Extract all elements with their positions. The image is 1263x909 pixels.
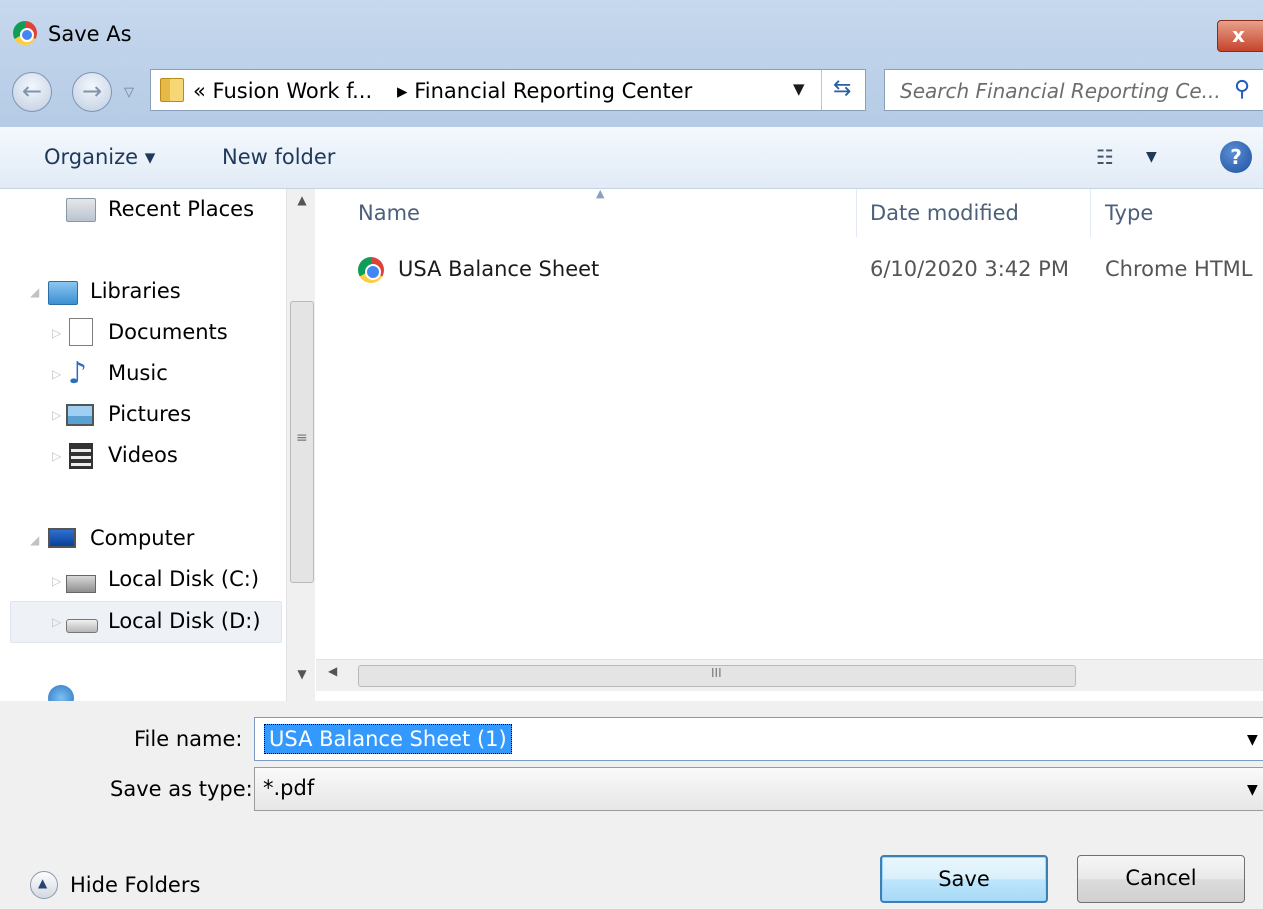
file-name-input-value[interactable]: USA Balance Sheet (1) [264, 724, 512, 754]
column-header-name[interactable]: Name [358, 201, 420, 225]
sidebar-item-label: Local Disk (C:) [108, 567, 260, 591]
videos-icon [69, 443, 93, 469]
refresh-icon[interactable]: ⇆ [833, 76, 851, 101]
pictures-icon [66, 404, 94, 426]
grip-icon: III [711, 666, 722, 680]
save-as-type-dropdown-icon[interactable]: ▼ [1247, 782, 1258, 798]
expand-music-icon[interactable]: ▷ [52, 367, 61, 381]
column-divider [1090, 189, 1091, 237]
sidebar-item-recent-places[interactable]: Recent Places [66, 193, 276, 229]
search-input[interactable]: Search Financial Reporting Ce... [900, 79, 1221, 103]
scrollbar-thumb[interactable]: ≡ [290, 301, 314, 583]
column-divider [856, 189, 857, 237]
sidebar-item-label: Libraries [90, 279, 181, 303]
chrome-icon [13, 21, 37, 45]
save-options-panel: File name: USA Balance Sheet (1) ▼ Save … [0, 701, 1263, 909]
sidebar-item-label: Pictures [108, 402, 192, 426]
back-button[interactable]: ← [12, 72, 52, 112]
file-date-modified: 6/10/2020 3:42 PM [870, 257, 1069, 281]
file-name-label: File name: [134, 727, 243, 751]
libraries-icon [48, 281, 78, 305]
address-dropdown-icon[interactable]: ▼ [793, 80, 805, 98]
collapse-up-icon: ▲ [30, 871, 58, 899]
sidebar-item-local-disk-c[interactable]: Local Disk (C:) [66, 563, 276, 599]
cancel-button[interactable]: Cancel [1077, 855, 1245, 903]
search-box[interactable]: Search Financial Reporting Ce... ⚲ [884, 69, 1263, 111]
file-name-dropdown-icon[interactable]: ▼ [1247, 732, 1258, 748]
sidebar-item-label: Videos [108, 443, 178, 467]
navigation-bar: ← → ▽ « Fusion Work f... ▸ Financial Rep… [0, 55, 1263, 127]
new-folder-button[interactable]: New folder [222, 145, 335, 169]
sidebar-item-computer[interactable]: Computer [48, 522, 258, 558]
sidebar-item-videos[interactable]: Videos [66, 439, 276, 475]
sidebar-item-local-disk-d[interactable]: Local Disk (D:) [66, 605, 276, 641]
file-name-field[interactable]: USA Balance Sheet (1) ▼ [254, 717, 1263, 761]
expand-libraries-icon[interactable]: ◢ [30, 285, 39, 299]
sidebar-item-label: Local Disk (D:) [108, 609, 261, 633]
window-title: Save As [48, 22, 132, 46]
expand-documents-icon[interactable]: ▷ [52, 326, 61, 340]
documents-icon [69, 318, 93, 346]
grip-icon: ≡ [296, 430, 308, 446]
column-header-date-modified[interactable]: Date modified [870, 201, 1019, 225]
sidebar-item-libraries[interactable]: Libraries [48, 275, 258, 311]
expand-local-disk-c-icon[interactable]: ▷ [52, 574, 61, 588]
expand-videos-icon[interactable]: ▷ [52, 449, 61, 463]
save-as-type-select[interactable]: *.pdf ▼ [254, 767, 1263, 811]
scroll-up-icon[interactable]: ▲ [292, 193, 312, 213]
file-name: USA Balance Sheet [398, 257, 600, 281]
file-row[interactable]: USA Balance Sheet 6/10/2020 3:42 PM Chro… [316, 251, 1263, 289]
file-type: Chrome HTML [1105, 257, 1253, 281]
save-as-type-value: *.pdf [263, 776, 315, 800]
sidebar-item-pictures[interactable]: Pictures [66, 398, 276, 434]
breadcrumb-financial-reporting-center[interactable]: ▸ Financial Reporting Center [397, 79, 692, 103]
file-list-scrollbar[interactable]: ◀ III [316, 659, 1263, 691]
save-button[interactable]: Save [880, 855, 1048, 903]
help-icon[interactable]: ? [1220, 141, 1252, 173]
forward-button[interactable]: → [72, 72, 112, 112]
expand-computer-icon[interactable]: ◢ [30, 533, 39, 547]
forward-arrow-icon: → [82, 77, 103, 105]
sidebar-item-label: Music [108, 361, 168, 385]
expand-local-disk-d-icon[interactable]: ▷ [52, 615, 61, 629]
sort-ascending-icon: ▲ [596, 189, 605, 200]
address-divider [821, 70, 822, 110]
views-dropdown-icon[interactable]: ▼ [1146, 149, 1157, 165]
navigation-pane: Recent Places ◢ Libraries ▷ Documents ▷ … [0, 189, 315, 701]
expand-pictures-icon[interactable]: ▷ [52, 408, 61, 422]
computer-icon [48, 528, 76, 548]
column-header-type[interactable]: Type [1105, 201, 1153, 225]
scrollbar-thumb[interactable]: III [358, 665, 1076, 687]
file-list: ▲ Name Date modified Type USA Balance Sh… [316, 189, 1263, 701]
sidebar-item-label: Recent Places [108, 197, 255, 221]
recent-places-icon [66, 198, 96, 222]
close-button[interactable]: x [1217, 20, 1263, 52]
back-arrow-icon: ← [22, 77, 43, 105]
search-icon[interactable]: ⚲ [1234, 77, 1250, 102]
folder-icon [160, 78, 184, 102]
organize-button[interactable]: Organize ▾ [44, 145, 155, 169]
local-disk-d-icon [66, 619, 98, 633]
address-bar[interactable]: « Fusion Work f... ▸ Financial Reporting… [150, 69, 866, 111]
hide-folders-label: Hide Folders [70, 873, 201, 897]
recent-locations-dropdown[interactable]: ▽ [124, 85, 134, 100]
sidebar-scrollbar[interactable]: ▲ ≡ ▼ [286, 189, 315, 701]
sidebar-item-documents[interactable]: Documents [66, 316, 276, 352]
breadcrumb-fusion-work[interactable]: « Fusion Work f... [193, 79, 372, 103]
command-bar: Organize ▾ New folder ☷ ▼ ? [0, 127, 1263, 189]
sidebar-item-label: Computer [90, 526, 195, 550]
local-disk-c-icon [66, 575, 96, 593]
views-icon[interactable]: ☷ [1096, 145, 1114, 169]
save-as-type-label: Save as type: [110, 777, 253, 801]
scroll-down-icon[interactable]: ▼ [292, 667, 312, 687]
sidebar-item-label: Documents [108, 320, 228, 344]
music-icon: ♪ [68, 356, 88, 391]
chrome-html-file-icon [358, 257, 384, 283]
sidebar-item-music[interactable]: ♪ Music [66, 357, 276, 393]
scroll-left-icon[interactable]: ◀ [328, 664, 337, 678]
network-icon [48, 685, 74, 701]
